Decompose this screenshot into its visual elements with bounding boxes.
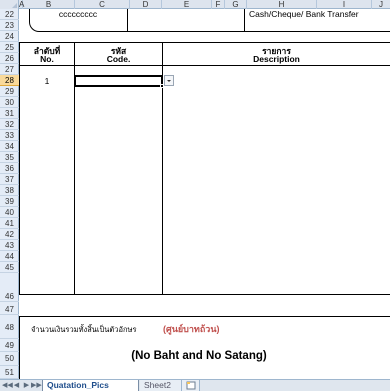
column-header-d[interactable]: D xyxy=(130,0,162,9)
description-header-en: Description xyxy=(253,54,300,64)
row-header-40[interactable]: 40 xyxy=(0,207,19,218)
row-header-25[interactable]: 25 xyxy=(0,42,19,53)
row-header-23[interactable]: 23 xyxy=(0,20,19,31)
row-header-32[interactable]: 32 xyxy=(0,119,19,130)
row-header-49[interactable]: 49 xyxy=(0,340,19,352)
row-header-26[interactable]: 26 xyxy=(0,53,19,64)
row-header-46[interactable]: 46 xyxy=(0,291,19,302)
sheet-tab-bar: ◀◀ ◀ ▶ ▶▶ Quatation_Pics Sheet2 xyxy=(0,379,390,391)
row-header-28[interactable]: 28 xyxy=(0,75,19,86)
row-header-34[interactable]: 34 xyxy=(0,141,19,152)
row-header-33[interactable]: 33 xyxy=(0,130,19,141)
row-header-47[interactable]: 47 xyxy=(0,304,19,315)
prev-sheet-button[interactable]: ◀ xyxy=(12,381,21,390)
total-box-left xyxy=(19,316,20,379)
column-header-f[interactable]: F xyxy=(212,0,225,9)
total-words-value-en: (No Baht and No Satang) xyxy=(131,350,267,362)
column-header-c[interactable]: C xyxy=(75,0,130,9)
tab-sheet2[interactable]: Sheet2 xyxy=(140,380,182,391)
column-header-j[interactable]: J xyxy=(372,0,390,9)
tab-quatation-pics[interactable]: Quatation_Pics xyxy=(42,380,139,391)
total-words-value-th: (ศูนย์บาทถ้วน) xyxy=(163,324,220,334)
new-sheet-button[interactable] xyxy=(182,380,200,391)
total-box-top xyxy=(19,316,390,317)
row-header-37[interactable]: 37 xyxy=(0,174,19,185)
column-header-b[interactable]: B xyxy=(23,0,75,9)
row-header-39[interactable]: 39 xyxy=(0,196,19,207)
column-header-g[interactable]: G xyxy=(225,0,247,9)
row-header-41[interactable]: 41 xyxy=(0,218,19,229)
spreadsheet-grid[interactable]: ccccccccc Cash/Cheque/ Bank Transfer ลำด… xyxy=(19,9,390,379)
row-header-50[interactable]: 50 xyxy=(0,352,19,366)
row-header-42[interactable]: 42 xyxy=(0,229,19,240)
column-header-h[interactable]: H xyxy=(247,0,317,9)
box-divider-1 xyxy=(127,9,128,32)
row-header-45[interactable]: 45 xyxy=(0,262,19,273)
last-sheet-button[interactable]: ▶▶ xyxy=(31,381,42,390)
row-header-bar: 22 23 24 25 26 27 28 29 30 31 32 33 34 3… xyxy=(0,9,19,379)
row-header-43[interactable]: 43 xyxy=(0,240,19,251)
column-header-i[interactable]: I xyxy=(317,0,372,9)
code-header-en: Code. xyxy=(106,54,131,64)
row-header-35[interactable]: 35 xyxy=(0,152,19,163)
row-header-31[interactable]: 31 xyxy=(0,108,19,119)
select-all-corner[interactable] xyxy=(0,0,19,9)
code-cell-active[interactable] xyxy=(74,75,163,87)
row-header-38[interactable]: 38 xyxy=(0,185,19,196)
row-header-36[interactable]: 36 xyxy=(0,163,19,174)
item-no-cell: 1 xyxy=(44,76,50,86)
row-header-51[interactable]: 51 xyxy=(0,366,19,379)
table-bottom-border xyxy=(19,294,390,295)
row-header-22[interactable]: 22 xyxy=(0,9,19,20)
placeholder-cell: ccccccccc xyxy=(58,9,98,19)
payment-method-cell: Cash/Cheque/ Bank Transfer xyxy=(249,9,359,19)
row-header-48[interactable]: 48 xyxy=(0,316,19,339)
chevron-down-icon xyxy=(167,80,171,82)
column-header-bar: A B C D E F G H I J xyxy=(0,0,390,9)
total-words-label: จำนวนเงินรวมทั้งสิ้นเป็นตัวอักษร xyxy=(31,325,137,334)
row-header-44[interactable]: 44 xyxy=(0,251,19,262)
dropdown-button[interactable] xyxy=(164,75,174,86)
no-header-en: No. xyxy=(40,54,54,64)
next-sheet-button[interactable]: ▶ xyxy=(22,381,31,390)
row-header-29[interactable]: 29 xyxy=(0,86,19,97)
row-header-24[interactable]: 24 xyxy=(0,31,19,42)
row-header-30[interactable]: 30 xyxy=(0,97,19,108)
first-sheet-button[interactable]: ◀◀ xyxy=(2,381,13,390)
row-header-27[interactable]: 27 xyxy=(0,64,19,75)
new-sheet-icon xyxy=(186,381,196,390)
column-header-e[interactable]: E xyxy=(162,0,212,9)
